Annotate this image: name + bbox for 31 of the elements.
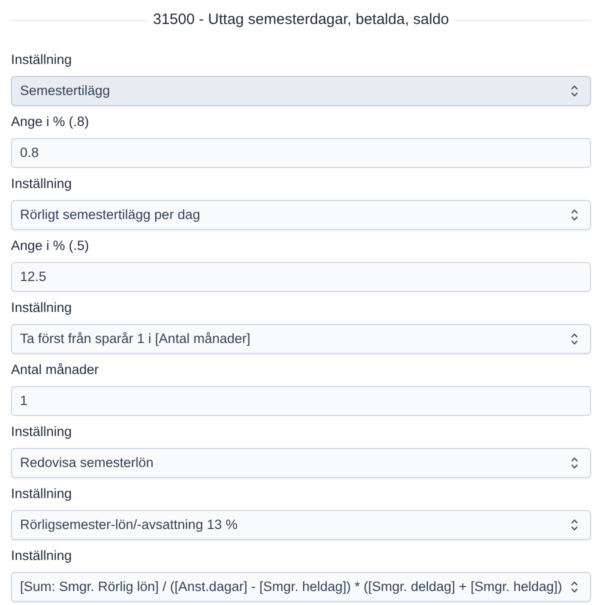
field-label: Inställning: [11, 51, 72, 69]
field-label: Ange i % (.5): [11, 237, 90, 255]
select-value: Redovisa semesterlön: [20, 454, 154, 472]
field-label: Ange i % (.8): [11, 113, 90, 131]
field-label: Inställning: [11, 299, 72, 317]
input-field[interactable]: 12.5: [11, 262, 591, 292]
select-dropdown[interactable]: Ta först från sparår 1 i [Antal månader]: [11, 324, 591, 354]
select-value: [Sum: Smgr. Rörlig lön] / ([Anst.dagar] - [Smgr. heldag]) * ([Smgr. deldag] + [Smgr. heldag]): [20, 578, 562, 596]
field-label: Inställning: [11, 547, 72, 565]
up-down-chevron-icon: [571, 581, 578, 593]
select-dropdown[interactable]: [Sum: Smgr. Rörlig lön] / ([Anst.dagar] - [Smgr. heldag]) * ([Smgr. deldag] + [Smgr. heldag]): [11, 572, 591, 602]
select-dropdown[interactable]: Semestertilägg: [11, 76, 591, 106]
select-dropdown[interactable]: Redovisa semesterlön: [11, 448, 591, 478]
input-field[interactable]: 0.8: [11, 138, 591, 168]
up-down-chevron-icon: [571, 333, 578, 345]
field-label: Inställning: [11, 423, 72, 441]
input-field[interactable]: 1: [11, 386, 591, 416]
select-dropdown[interactable]: Rörligt semestertilägg per dag: [11, 200, 591, 230]
select-value: Rörligt semestertilägg per dag: [20, 206, 200, 224]
up-down-chevron-icon: [571, 457, 578, 469]
select-value: Rörligsemester-lön/-avsattning 13 %: [20, 516, 238, 534]
up-down-chevron-icon: [571, 85, 578, 97]
field-label: Inställning: [11, 485, 72, 503]
section-title: 31500 - Uttag semesterdagar, betalda, saldo: [152, 10, 450, 30]
up-down-chevron-icon: [571, 519, 578, 531]
select-value: Ta först från sparår 1 i [Antal månader]: [20, 330, 250, 348]
field-label: Antal månader: [11, 361, 99, 379]
select-dropdown[interactable]: Rörligsemester-lön/-avsattning 13 %: [11, 510, 591, 540]
select-value: Semestertilägg: [20, 82, 110, 100]
field-label: Inställning: [11, 175, 72, 193]
up-down-chevron-icon: [571, 209, 578, 221]
